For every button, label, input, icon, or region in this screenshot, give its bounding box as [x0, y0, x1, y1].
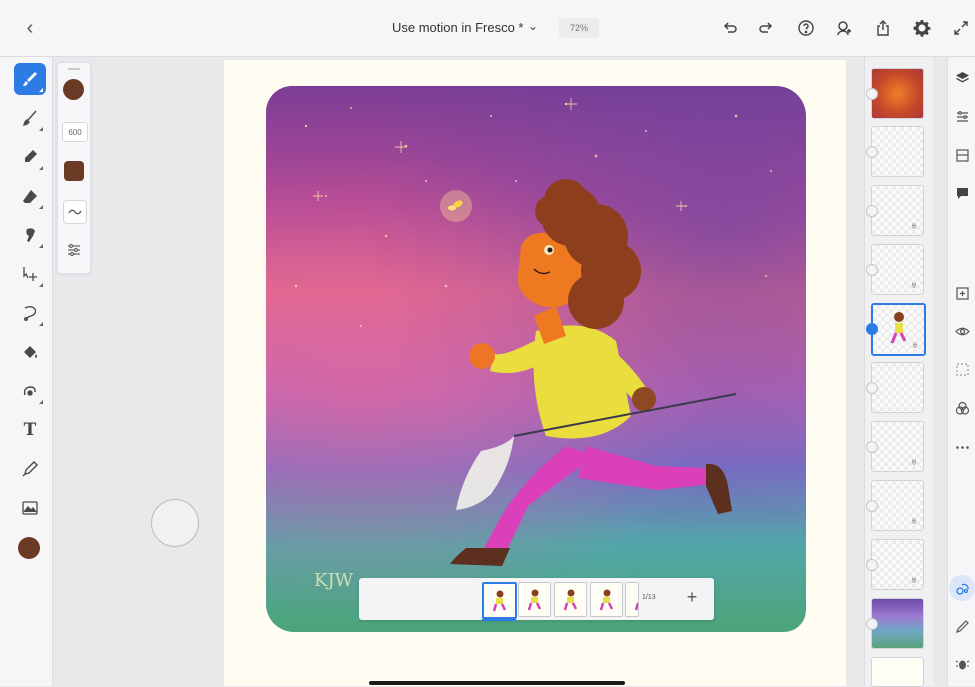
tool-rail: T: [0, 57, 53, 686]
svg-text:KJW: KJW: [314, 570, 354, 591]
layer-thumbnail[interactable]: [871, 68, 924, 119]
chevron-down-icon[interactable]: ⌄: [528, 19, 538, 33]
add-frame-button[interactable]: +: [681, 586, 703, 608]
comments-icon[interactable]: [951, 182, 973, 204]
frame-thumbnail[interactable]: [590, 582, 623, 617]
zoom-level[interactable]: 72%: [559, 18, 599, 38]
motion-layer-icon: ♅: [910, 221, 918, 231]
current-frame-indicator: [482, 619, 516, 621]
smudge-tool[interactable]: [14, 219, 46, 251]
fullscreen-icon[interactable]: [950, 17, 972, 39]
layer-visibility-toggle[interactable]: [866, 88, 878, 100]
redo-icon[interactable]: [756, 17, 778, 39]
live-brush-tool[interactable]: [14, 102, 46, 134]
layer-visibility-toggle[interactable]: [866, 323, 878, 335]
frame-thumbnail[interactable]: [554, 582, 587, 617]
layer-thumbnail[interactable]: ♅: [871, 185, 924, 236]
palette-drag-handle[interactable]: [68, 68, 80, 70]
pixel-brush-tool[interactable]: [14, 63, 46, 95]
motion-layer-icon: ♅: [910, 516, 918, 526]
selection-tool[interactable]: [14, 297, 46, 329]
motion-layer-icon: ♅: [910, 457, 918, 467]
fill-tool[interactable]: [14, 336, 46, 368]
layer-visibility-toggle[interactable]: [866, 205, 878, 217]
smoothing-icon[interactable]: [63, 200, 87, 224]
add-layer-icon[interactable]: [951, 282, 973, 304]
vector-brush-tool[interactable]: [14, 141, 46, 173]
frame-counter[interactable]: 1/13: [642, 594, 656, 601]
text-tool[interactable]: T: [14, 414, 46, 446]
help-icon[interactable]: [795, 17, 817, 39]
artwork-image: KJW: [266, 86, 806, 632]
layer-properties-icon[interactable]: [951, 105, 973, 127]
frame-thumbnail[interactable]: [625, 582, 639, 617]
blend-icon[interactable]: [951, 397, 973, 419]
brush-settings-icon[interactable]: [64, 240, 84, 260]
top-bar: ‹ Use motion in Fresco * ⌄ 72%: [0, 0, 975, 57]
visibility-icon[interactable]: [951, 320, 973, 342]
undo-icon[interactable]: [718, 17, 740, 39]
eraser-tool[interactable]: [14, 180, 46, 212]
layer-visibility-toggle[interactable]: [866, 146, 878, 158]
layer-thumbnail[interactable]: ♅: [871, 480, 924, 531]
frame-thumbnail[interactable]: [482, 582, 517, 619]
touch-shortcut-button[interactable]: [151, 499, 199, 547]
document-title[interactable]: Use motion in Fresco *: [392, 20, 524, 35]
motion-layer-icon: ♅: [910, 280, 918, 290]
home-indicator: [369, 681, 625, 685]
move-transform-tool[interactable]: [14, 258, 46, 290]
eyedropper-tool[interactable]: [14, 453, 46, 485]
layer-thumbnail[interactable]: [871, 598, 924, 649]
layer-thumbnail[interactable]: ♅: [871, 539, 924, 590]
motion-layer-icon: ♅: [910, 575, 918, 585]
pen-icon[interactable]: [951, 615, 973, 637]
layer-thumbnail[interactable]: [871, 657, 924, 687]
place-image-tool[interactable]: [14, 492, 46, 524]
layer-actions-icon[interactable]: [951, 144, 973, 166]
motion-icon[interactable]: [949, 575, 975, 601]
layer-visibility-toggle[interactable]: [866, 264, 878, 276]
bug-icon[interactable]: [951, 652, 973, 674]
layers-icon[interactable]: [951, 66, 973, 88]
brush-color-swatch[interactable]: [64, 161, 84, 181]
invite-icon[interactable]: [833, 17, 855, 39]
layer-thumbnail[interactable]: ♅: [871, 303, 926, 356]
layer-visibility-toggle[interactable]: [866, 500, 878, 512]
liquify-tool[interactable]: [14, 375, 46, 407]
motion-layer-icon: ♅: [911, 340, 919, 350]
layer-thumbnail[interactable]: ♅: [871, 244, 924, 295]
layer-thumbnail[interactable]: ♅: [871, 421, 924, 472]
layer-thumbnail[interactable]: [871, 362, 924, 413]
more-icon[interactable]: [951, 436, 973, 458]
brush-settings-palette: 600: [57, 62, 91, 274]
layer-visibility-toggle[interactable]: [866, 559, 878, 571]
layer-visibility-toggle[interactable]: [866, 382, 878, 394]
layer-visibility-toggle[interactable]: [866, 441, 878, 453]
mask-icon[interactable]: [951, 358, 973, 380]
back-icon[interactable]: ‹: [18, 16, 42, 40]
brush-size-value[interactable]: 600: [62, 122, 88, 142]
frame-thumbnail[interactable]: [518, 582, 551, 617]
settings-icon[interactable]: [911, 17, 933, 39]
share-icon[interactable]: [872, 17, 894, 39]
color-swatch[interactable]: [18, 537, 40, 559]
layer-thumbnail[interactable]: [871, 126, 924, 177]
brush-size-preview[interactable]: [63, 79, 84, 100]
layer-visibility-toggle[interactable]: [866, 618, 878, 630]
